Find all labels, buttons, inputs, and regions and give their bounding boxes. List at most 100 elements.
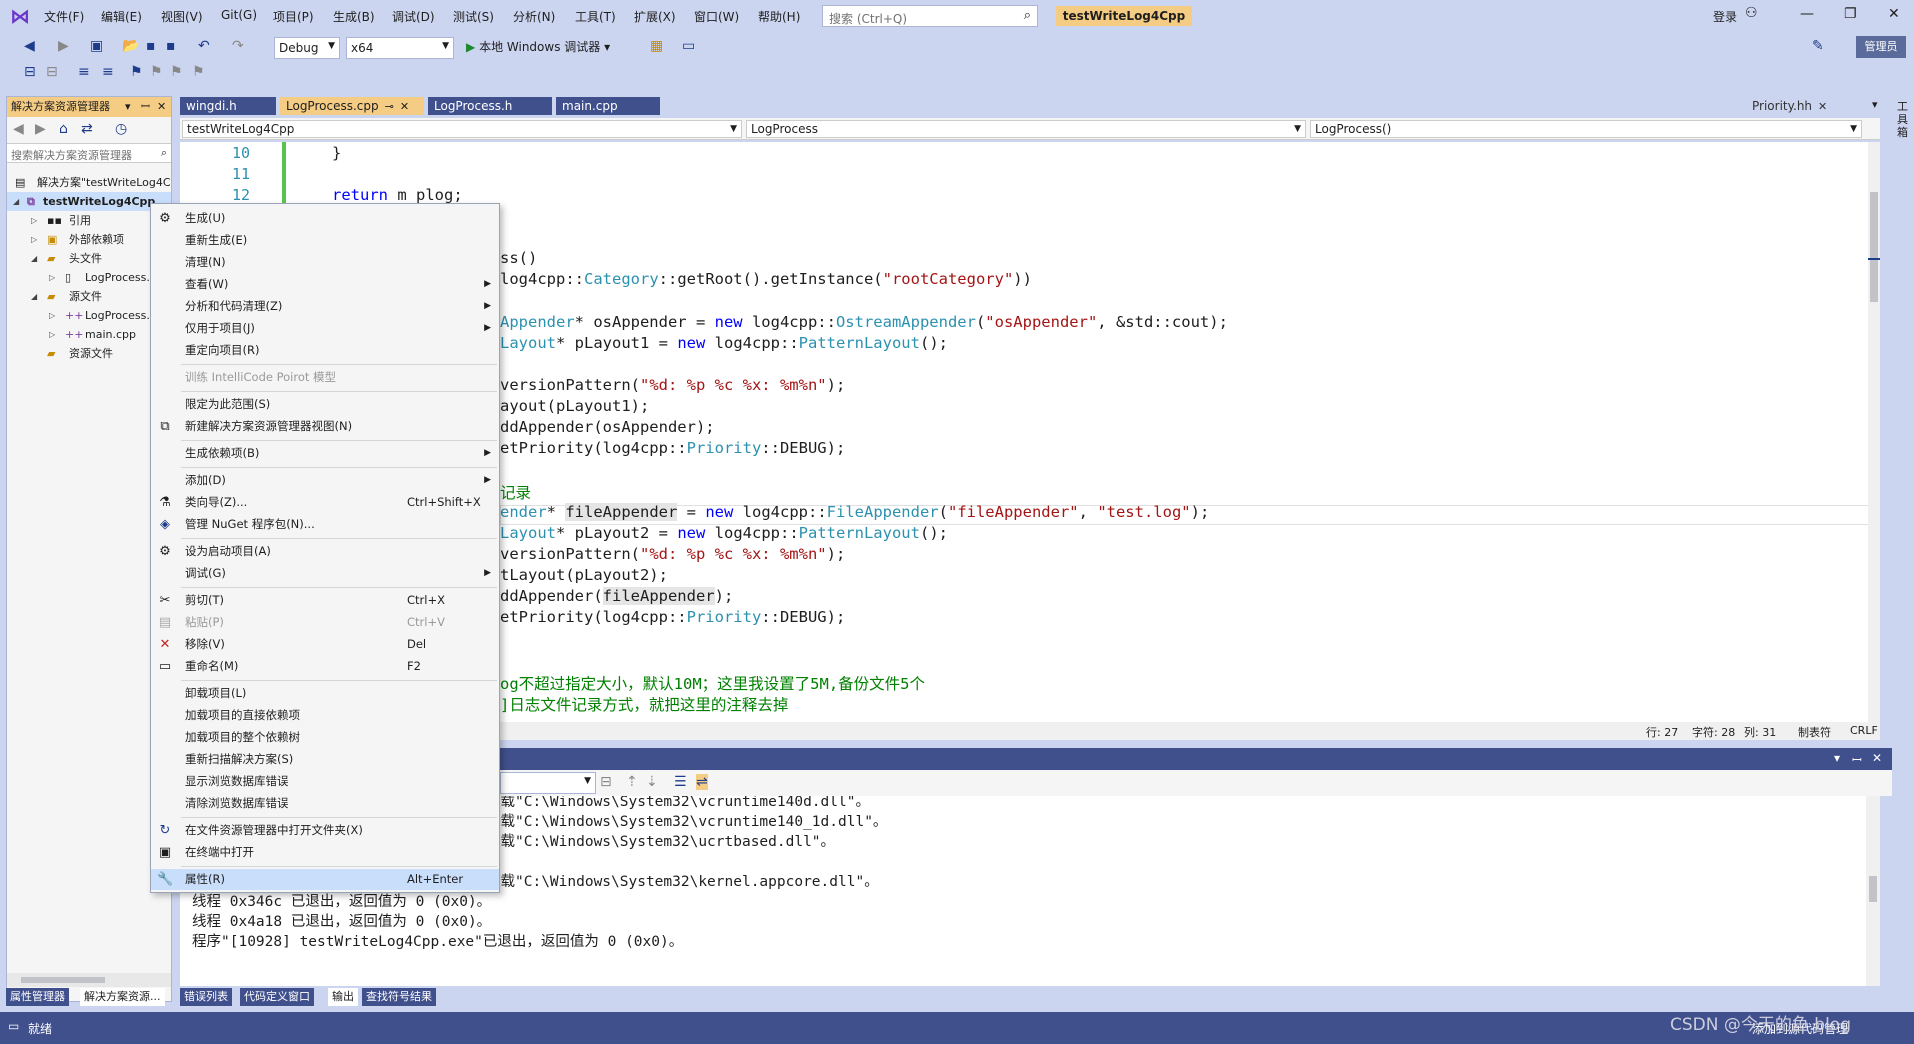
run-debugger-button[interactable]: ▶ 本地 Windows 调试器 ▾: [466, 38, 610, 55]
menu-git[interactable]: Git(G): [221, 8, 257, 22]
menu-test[interactable]: 测试(S): [453, 8, 494, 25]
tab-indicator[interactable]: 制表符: [1798, 724, 1831, 740]
collapsed-icon[interactable]: ▷: [31, 211, 37, 230]
redo-icon[interactable]: ↷: [232, 38, 244, 54]
menu-analyze[interactable]: 分析(N): [513, 8, 555, 25]
tab-error-list[interactable]: 错误列表: [180, 988, 232, 1006]
forward-icon[interactable]: ▶: [35, 121, 46, 137]
tab-property-manager[interactable]: 属性管理器: [6, 988, 69, 1006]
toolbox-label[interactable]: 工具箱: [1897, 100, 1911, 139]
new-project-icon[interactable]: ▣: [90, 38, 103, 54]
tree-item-project[interactable]: ◢ ⧉ testWriteLog4Cpp: [7, 192, 171, 211]
menu-extensions[interactable]: 扩展(X): [634, 8, 676, 25]
solution-search-input[interactable]: 搜索解决方案资源管理器 ⌕: [7, 143, 171, 163]
word-wrap-icon[interactable]: ⇌: [696, 774, 708, 790]
menu-item-debug[interactable]: 调试(G) ▶: [151, 563, 499, 584]
menu-item-rescan[interactable]: 重新扫描解决方案(S): [151, 749, 499, 770]
pin-icon[interactable]: ꟷ: [1852, 751, 1862, 768]
history-icon[interactable]: ◷: [115, 121, 127, 137]
scrollbar-thumb[interactable]: [1870, 192, 1878, 302]
menu-item-scope-to-this[interactable]: 限定为此范围(S): [151, 394, 499, 415]
tree-item-resource-files[interactable]: ▰ 资源文件: [7, 344, 171, 363]
tree-item-solution[interactable]: ▤ 解决方案"testWriteLog4Cpp": [7, 173, 171, 192]
restore-icon[interactable]: ❐: [1844, 6, 1857, 22]
prev-bookmark-icon[interactable]: ⚑: [150, 64, 163, 80]
menu-item-analyze[interactable]: 分析和代码清理(Z) ▶: [151, 296, 499, 317]
project-dropdown[interactable]: testWriteLog4Cpp ▼: [182, 120, 742, 138]
pin-icon[interactable]: ⊸: [385, 100, 394, 113]
horizontal-scrollbar[interactable]: [7, 973, 171, 987]
menu-item-view[interactable]: 查看(W) ▶: [151, 274, 499, 295]
menu-item-build-dependencies[interactable]: 生成依赖项(B) ▶: [151, 443, 499, 464]
tree-item-references[interactable]: ▷ ▪▪ 引用: [7, 211, 171, 230]
menu-item-open-in-explorer[interactable]: ↻ 在文件资源管理器中打开文件夹(X): [151, 820, 499, 841]
home-icon[interactable]: ⌂: [59, 121, 68, 137]
clear-bookmarks-icon[interactable]: ⚑: [192, 64, 205, 80]
tab-main-cpp[interactable]: main.cpp: [556, 97, 660, 115]
save-all-icon[interactable]: ▪: [166, 38, 176, 54]
menu-edit[interactable]: 编辑(E): [101, 8, 142, 25]
tab-priority-hh[interactable]: Priority.hh ✕: [1746, 97, 1866, 115]
menu-project[interactable]: 项目(P): [273, 8, 314, 25]
tab-output[interactable]: 输出: [328, 988, 358, 1006]
tree-item-header-files[interactable]: ◢ ▰ 头文件: [7, 249, 171, 268]
tree-item-logprocess-cpp[interactable]: ▷ ++ LogProcess.cpp: [7, 306, 171, 325]
menu-item-load-direct-deps[interactable]: 加载项目的直接依赖项: [151, 705, 499, 726]
menu-item-properties[interactable]: 🔧 属性(R) Alt+Enter: [151, 869, 499, 890]
menu-item-rename[interactable]: ▭ 重命名(M) F2: [151, 656, 499, 677]
prev-message-icon[interactable]: ⇡: [626, 774, 638, 790]
close-icon[interactable]: ✕: [1818, 100, 1827, 113]
collapsed-icon[interactable]: ▷: [31, 230, 37, 249]
uncomment-icon[interactable]: ≡: [102, 64, 114, 80]
switch-views-icon[interactable]: ⇄: [81, 121, 93, 137]
collapsed-icon[interactable]: ▷: [49, 306, 55, 325]
indent-icon[interactable]: ⊟: [46, 64, 58, 80]
collapsed-icon[interactable]: ▷: [49, 268, 55, 287]
menu-item-class-wizard[interactable]: ⚗ 类向导(Z)... Ctrl+Shift+X: [151, 492, 499, 513]
tab-solution-explorer[interactable]: 解决方案资源...: [80, 988, 165, 1006]
tree-item-source-files[interactable]: ◢ ▰ 源文件: [7, 287, 171, 306]
next-message-icon[interactable]: ⇣: [646, 774, 658, 790]
menu-help[interactable]: 帮助(H): [758, 8, 800, 25]
menu-item-open-terminal[interactable]: ▣ 在终端中打开: [151, 842, 499, 863]
back-icon[interactable]: ◀: [24, 38, 35, 54]
menu-tools[interactable]: 工具(T): [575, 8, 616, 25]
menu-item-load-dep-tree[interactable]: 加载项目的整个依赖树: [151, 727, 499, 748]
close-icon[interactable]: ✕: [400, 100, 409, 113]
expanded-icon[interactable]: ◢: [13, 192, 19, 211]
tab-list-icon[interactable]: ▾: [1872, 98, 1878, 111]
menu-build[interactable]: 生成(B): [333, 8, 375, 25]
scope-dropdown[interactable]: LogProcess ▼: [746, 120, 1306, 138]
collapsed-icon[interactable]: ▷: [49, 325, 55, 344]
menu-item-clean[interactable]: 清理(N): [151, 252, 499, 273]
output-source-select[interactable]: ▼: [500, 772, 596, 794]
scrollbar-thumb[interactable]: [21, 977, 105, 983]
login-link[interactable]: 登录: [1713, 8, 1737, 25]
menu-item-cut[interactable]: ✂ 剪切(T) Ctrl+X: [151, 590, 499, 611]
menu-item-rebuild[interactable]: 重新生成(E): [151, 230, 499, 251]
menu-item-project-only[interactable]: 仅用于项目(J) ▶: [151, 318, 499, 339]
editor-vertical-scrollbar[interactable]: [1868, 142, 1880, 722]
folder-search-icon[interactable]: ▦: [650, 38, 663, 54]
tab-logprocess-h[interactable]: LogProcess.h: [428, 97, 552, 115]
expanded-icon[interactable]: ◢: [31, 249, 37, 268]
forward-icon[interactable]: ▶: [58, 38, 69, 54]
feedback-icon[interactable]: ✎: [1812, 38, 1824, 54]
menu-item-clear-db-errors[interactable]: 清除浏览数据库错误: [151, 793, 499, 814]
menu-file[interactable]: 文件(F): [44, 8, 84, 25]
tab-logprocess-cpp[interactable]: LogProcess.cpp ⊸ ✕: [280, 97, 424, 115]
tab-code-definition[interactable]: 代码定义窗口: [240, 988, 314, 1006]
next-bookmark-icon[interactable]: ⚑: [170, 64, 183, 80]
close-icon[interactable]: ✕: [1872, 751, 1882, 765]
person-icon[interactable]: ⚇: [1745, 5, 1758, 21]
menu-item-retarget[interactable]: 重定向项目(R): [151, 340, 499, 361]
output-vertical-scrollbar[interactable]: [1866, 796, 1880, 986]
menu-item-nuget[interactable]: ◈ 管理 NuGet 程序包(N)...: [151, 514, 499, 535]
menu-item-remove[interactable]: ✕ 移除(V) Del: [151, 634, 499, 655]
tab-find-symbol-results[interactable]: 查找符号结果: [362, 988, 436, 1006]
chevron-down-icon[interactable]: ▾: [1834, 751, 1840, 765]
configuration-select[interactable]: Debug ▼: [274, 37, 340, 59]
search-input[interactable]: 搜索 (Ctrl+Q) ⌕: [822, 5, 1038, 27]
pin-icon[interactable]: ꟷ: [141, 97, 150, 117]
layout-icon[interactable]: ⊟: [24, 64, 36, 80]
